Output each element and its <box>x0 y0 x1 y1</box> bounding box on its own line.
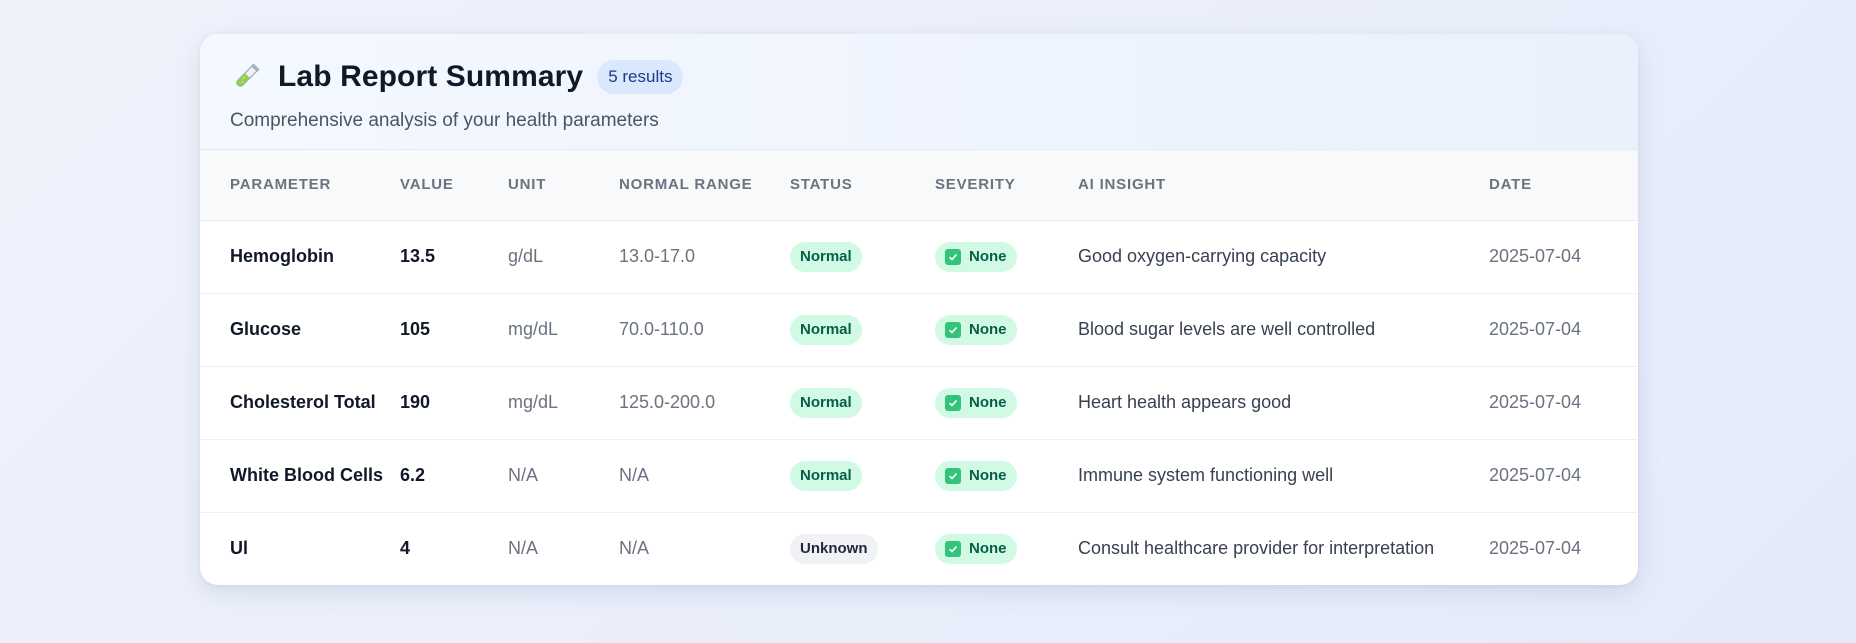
parameter-name: Cholesterol Total <box>200 366 400 440</box>
status-badge: Normal <box>790 314 862 345</box>
result-date: 2025-07-04 <box>1489 439 1638 513</box>
check-icon <box>945 248 961 265</box>
table-row[interactable]: Cholesterol Total 190 mg/dL 125.0-200.0 … <box>200 366 1638 440</box>
status-cell: Unknown <box>790 512 935 585</box>
severity-badge: None <box>935 460 1017 491</box>
parameter-value: 4 <box>400 538 411 559</box>
status-badge: Normal <box>790 460 862 491</box>
table-row[interactable]: Ul 4 N/A N/A Unknown None Consult health… <box>200 512 1638 585</box>
parameter-value: 6.2 <box>400 439 508 513</box>
result-date: 2025-07-04 <box>1489 220 1638 294</box>
severity-badge: None <box>935 387 1017 418</box>
test-tube-icon <box>230 61 262 93</box>
severity-badge: None <box>935 314 1017 345</box>
normal-range: N/A <box>619 439 790 513</box>
status-cell: Normal <box>790 220 935 294</box>
column-header-ai-insight[interactable]: AI Insight <box>1078 150 1489 221</box>
parameter-name: White Blood Cells <box>200 439 400 513</box>
parameter-unit: mg/dL <box>508 293 619 367</box>
severity-label: None <box>969 393 1007 411</box>
parameter-unit: N/A <box>508 538 539 559</box>
lab-report-card: Lab Report Summary 5 results Comprehensi… <box>200 34 1638 585</box>
card-header: Lab Report Summary 5 results Comprehensi… <box>200 34 1638 150</box>
parameter-value: 190 <box>400 366 508 440</box>
table-row[interactable]: Glucose 105 mg/dL 70.0-110.0 Normal None… <box>200 293 1638 367</box>
table-row[interactable]: Hemoglobin 13.5 g/dL 13.0-17.0 Normal No… <box>200 220 1638 294</box>
parameter-name: Hemoglobin <box>200 220 400 294</box>
column-header-date[interactable]: Date <box>1489 150 1638 221</box>
parameter-unit: g/dL <box>508 220 619 294</box>
column-header-unit[interactable]: Unit <box>508 150 619 221</box>
title-row: Lab Report Summary 5 results <box>230 56 1608 98</box>
normal-range: 70.0-110.0 <box>619 293 790 367</box>
column-header-parameter[interactable]: Parameter <box>200 150 400 221</box>
normal-range: 125.0-200.0 <box>619 366 790 440</box>
parameter-name: Ul <box>230 538 248 559</box>
ai-insight: Good oxygen-carrying capacity <box>1078 220 1489 294</box>
column-header-normal-range[interactable]: Normal Range <box>619 150 790 221</box>
severity-cell: None <box>935 366 1078 440</box>
table-row[interactable]: White Blood Cells 6.2 N/A N/A Normal Non… <box>200 439 1638 513</box>
parameter-name: Glucose <box>200 293 400 367</box>
normal-range: N/A <box>619 538 650 559</box>
check-icon <box>945 467 961 484</box>
severity-label: None <box>969 539 1007 557</box>
severity-badge: None <box>935 241 1017 272</box>
column-header-severity[interactable]: Severity <box>935 150 1078 221</box>
severity-cell: None <box>935 220 1078 294</box>
parameter-value: 105 <box>400 293 508 367</box>
status-cell: Normal <box>790 439 935 513</box>
check-icon <box>945 321 961 338</box>
severity-badge: None <box>935 533 1017 564</box>
ai-insight: Blood sugar levels are well controlled <box>1078 293 1489 367</box>
column-header-status[interactable]: Status <box>790 150 935 221</box>
severity-cell: None <box>935 512 1078 585</box>
lab-results-table: Parameter Value Unit Normal Range Status… <box>200 150 1638 585</box>
severity-label: None <box>969 247 1007 265</box>
ai-insight: Immune system functioning well <box>1078 439 1489 513</box>
status-cell: Normal <box>790 366 935 440</box>
status-cell: Normal <box>790 293 935 367</box>
check-icon <box>945 394 961 411</box>
ai-insight: Heart health appears good <box>1078 366 1489 440</box>
parameter-unit: mg/dL <box>508 366 619 440</box>
parameter-unit: N/A <box>508 439 619 513</box>
normal-range: 13.0-17.0 <box>619 220 790 294</box>
status-badge: Normal <box>790 387 862 418</box>
column-header-value[interactable]: Value <box>400 150 508 221</box>
check-icon <box>945 540 961 557</box>
parameter-value: 13.5 <box>400 220 508 294</box>
results-count-badge: 5 results <box>597 60 684 94</box>
page-title: Lab Report Summary <box>278 60 584 93</box>
severity-label: None <box>969 320 1007 338</box>
result-date: 2025-07-04 <box>1489 366 1638 440</box>
severity-label: None <box>969 466 1007 484</box>
ai-insight: Consult healthcare provider for interpre… <box>1078 538 1435 559</box>
page-subtitle: Comprehensive analysis of your health pa… <box>230 110 659 131</box>
status-badge: Normal <box>790 241 862 272</box>
severity-cell: None <box>935 439 1078 513</box>
result-date: 2025-07-04 <box>1489 293 1638 367</box>
result-date: 2025-07-04 <box>1489 538 1582 559</box>
table-header-row: Parameter Value Unit Normal Range Status… <box>200 150 1638 221</box>
severity-cell: None <box>935 293 1078 367</box>
status-badge: Unknown <box>790 533 878 564</box>
